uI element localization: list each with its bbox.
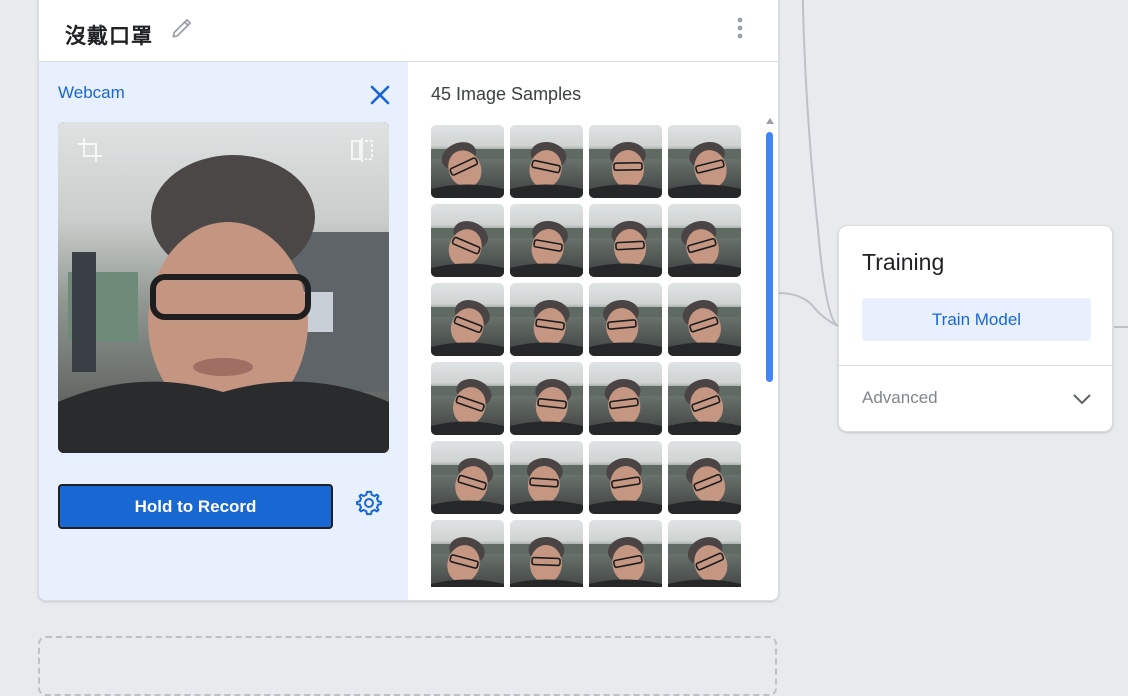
sample-thumbnail[interactable] [668,125,741,198]
close-icon[interactable] [369,84,391,106]
gear-icon[interactable] [355,489,383,517]
hold-to-record-button[interactable]: Hold to Record [58,484,333,529]
scrollbar-thumb[interactable] [766,132,773,382]
sample-thumbnail[interactable] [668,520,741,587]
flip-icon[interactable] [348,136,376,164]
sample-thumbnail[interactable] [510,362,583,435]
more-vert-icon[interactable] [729,15,751,41]
sample-thumbnail[interactable] [589,362,662,435]
sample-thumbnail[interactable] [431,125,504,198]
sample-thumbnail[interactable] [589,441,662,514]
sample-thumbnail[interactable] [589,520,662,587]
advanced-label: Advanced [862,388,938,407]
webcam-preview [58,122,389,453]
sample-thumbnail[interactable] [668,362,741,435]
webcam-frame-image [58,122,389,453]
sample-thumbnail[interactable] [668,441,741,514]
sample-grid [431,125,747,587]
sample-thumbnail[interactable] [589,283,662,356]
webcam-panel: Webcam Hold to Record [39,62,408,600]
image-samples-panel: 45 Image Samples [408,62,778,600]
scroll-up-arrow-icon[interactable] [766,118,774,124]
samples-count-label: 45 Image Samples [431,84,582,104]
advanced-toggle[interactable]: Advanced [839,366,1112,431]
class-name[interactable]: 沒戴口罩 [65,20,153,50]
webcam-label: Webcam [58,83,125,102]
sample-thumbnail[interactable] [431,362,504,435]
samples-scrollbar[interactable] [766,118,774,588]
sample-thumbnail[interactable] [510,204,583,277]
pencil-icon[interactable] [169,15,195,41]
training-title: Training [862,249,945,275]
sample-thumbnail[interactable] [589,125,662,198]
chevron-down-icon[interactable] [1071,388,1093,410]
sample-thumbnail[interactable] [510,441,583,514]
sample-thumbnail[interactable] [431,204,504,277]
sample-thumbnail[interactable] [431,283,504,356]
add-class-placeholder[interactable] [38,636,777,696]
sample-thumbnail[interactable] [431,441,504,514]
crop-icon[interactable] [76,136,104,164]
sample-thumbnail[interactable] [431,520,504,587]
class-card-header: 沒戴口罩 [39,0,778,62]
sample-thumbnail[interactable] [668,283,741,356]
sample-thumbnail[interactable] [589,204,662,277]
train-model-button[interactable]: Train Model [862,298,1091,341]
training-card: Training Train Model Advanced [838,225,1113,432]
sample-thumbnail[interactable] [668,204,741,277]
class-card: 沒戴口罩 Webcam Hold to Record 45 Image Samp… [38,0,779,601]
sample-thumbnail[interactable] [510,125,583,198]
sample-thumbnail[interactable] [510,520,583,587]
sample-thumbnail[interactable] [510,283,583,356]
